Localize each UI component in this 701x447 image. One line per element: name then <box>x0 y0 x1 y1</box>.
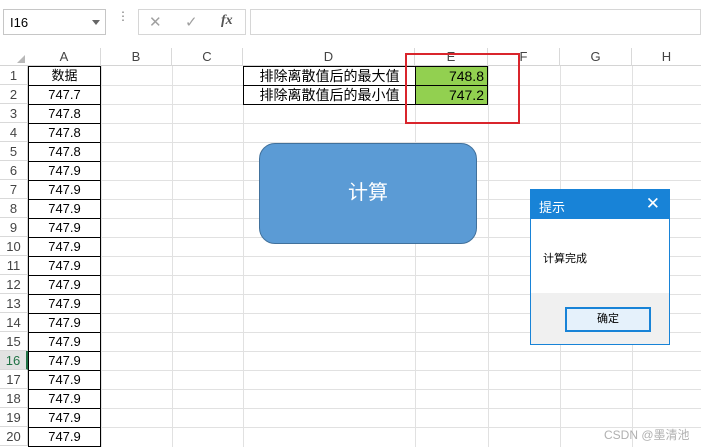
row-header[interactable]: 10 <box>0 237 28 256</box>
cell-a[interactable]: 747.9 <box>28 313 101 333</box>
row-header[interactable]: 12 <box>0 275 28 294</box>
cell-a[interactable]: 747.9 <box>28 427 101 447</box>
calculate-button[interactable]: 计算 <box>259 143 477 244</box>
ok-button[interactable]: 确定 <box>565 307 651 332</box>
watermark: CSDN @墨清池 <box>604 428 690 442</box>
max-label-cell[interactable]: 排除离散值后的最大值 <box>243 66 416 86</box>
row-header[interactable]: 7 <box>0 180 28 199</box>
grid-line <box>28 427 701 428</box>
cell-a[interactable]: 747.8 <box>28 142 101 162</box>
grid-line <box>28 408 701 409</box>
cell-a[interactable]: 747.9 <box>28 351 101 371</box>
formula-buttons: ✕ ✓ fx <box>138 9 246 35</box>
more-options-icon[interactable]: ⋮ <box>117 10 129 22</box>
dialog-footer: 确定 <box>531 293 669 344</box>
cell-a[interactable]: 747.8 <box>28 104 101 124</box>
enter-icon[interactable]: ✓ <box>185 13 198 31</box>
row-header[interactable]: 14 <box>0 313 28 332</box>
cell-a[interactable]: 747.9 <box>28 294 101 314</box>
cell-a[interactable]: 747.9 <box>28 218 101 238</box>
cell-a[interactable]: 747.9 <box>28 408 101 428</box>
highlight-box <box>405 53 520 124</box>
cell-a[interactable]: 747.9 <box>28 237 101 257</box>
column-header-d[interactable]: D <box>243 48 415 66</box>
formula-bar: I16 ⋮ ✕ ✓ fx <box>0 0 701 44</box>
close-icon[interactable]: ✕ <box>646 195 660 212</box>
row-header[interactable]: 11 <box>0 256 28 275</box>
row-header[interactable]: 19 <box>0 408 28 427</box>
cell-a-header[interactable]: 数据 <box>28 66 101 86</box>
grid-line <box>28 389 701 390</box>
row-header[interactable]: 9 <box>0 218 28 237</box>
name-box[interactable]: I16 <box>3 9 106 35</box>
row-header[interactable]: 20 <box>0 427 28 446</box>
row-header[interactable]: 2 <box>0 85 28 104</box>
grid-line <box>28 123 701 124</box>
cell-a[interactable]: 747.8 <box>28 123 101 143</box>
row-header[interactable]: 5 <box>0 142 28 161</box>
cell-a[interactable]: 747.9 <box>28 389 101 409</box>
row-header[interactable]: 18 <box>0 389 28 408</box>
cell-a[interactable]: 747.9 <box>28 180 101 200</box>
row-header[interactable]: 6 <box>0 161 28 180</box>
cell-a[interactable]: 747.9 <box>28 370 101 390</box>
row-header[interactable]: 4 <box>0 123 28 142</box>
row-header[interactable]: 8 <box>0 199 28 218</box>
min-label-cell[interactable]: 排除离散值后的最小值 <box>243 85 416 105</box>
row-header[interactable]: 3 <box>0 104 28 123</box>
name-box-value: I16 <box>10 15 29 30</box>
dialog-title: 提示 <box>539 200 566 215</box>
row-header[interactable]: 13 <box>0 294 28 313</box>
column-header-h[interactable]: H <box>632 48 701 66</box>
message-dialog: 提示 ✕ 计算完成 确定 <box>530 189 670 345</box>
cell-a[interactable]: 747.9 <box>28 332 101 352</box>
grid-line <box>28 351 701 352</box>
insert-function-icon[interactable]: fx <box>221 13 233 29</box>
row-header-selected[interactable]: 16 <box>0 351 28 370</box>
dialog-title-bar[interactable]: 提示 ✕ <box>531 190 669 219</box>
row-header[interactable]: 1 <box>0 66 28 85</box>
formula-input[interactable] <box>250 9 701 35</box>
cell-a[interactable]: 747.7 <box>28 85 101 105</box>
row-header[interactable]: 15 <box>0 332 28 351</box>
dialog-message: 计算完成 <box>543 253 587 265</box>
column-header-a[interactable]: A <box>28 48 101 66</box>
grid-line <box>28 370 701 371</box>
cell-a[interactable]: 747.9 <box>28 199 101 219</box>
cell-a[interactable]: 747.9 <box>28 161 101 181</box>
column-header-row: A B C D E F G H <box>0 48 701 66</box>
name-box-dropdown-icon[interactable] <box>92 20 100 25</box>
cell-a[interactable]: 747.9 <box>28 256 101 276</box>
cell-a[interactable]: 747.9 <box>28 275 101 295</box>
select-all-corner[interactable] <box>0 48 28 66</box>
column-header-g[interactable]: G <box>560 48 632 66</box>
column-header-c[interactable]: C <box>172 48 243 66</box>
cancel-icon[interactable]: ✕ <box>149 13 162 31</box>
column-header-b[interactable]: B <box>101 48 172 66</box>
row-header[interactable]: 17 <box>0 370 28 389</box>
